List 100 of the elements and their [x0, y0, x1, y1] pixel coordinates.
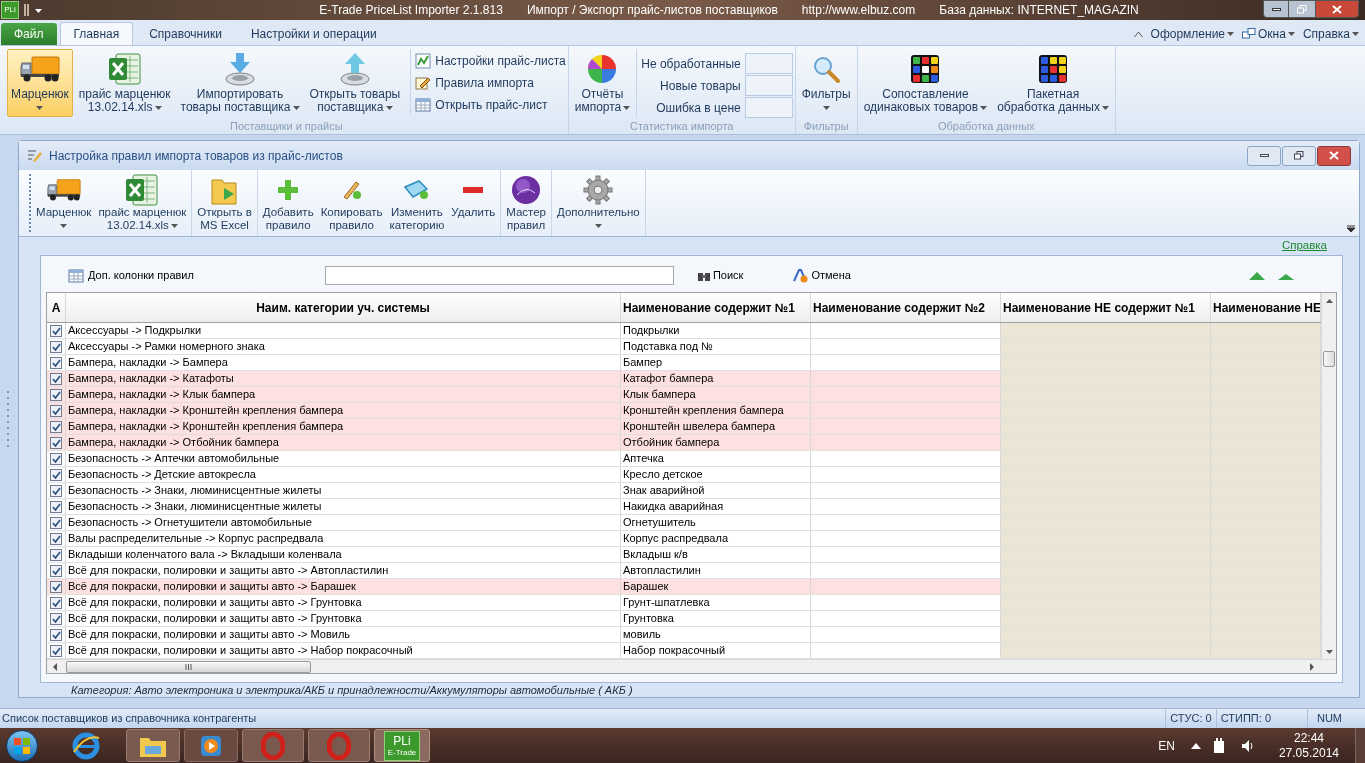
- checkbox[interactable]: [50, 356, 62, 369]
- restore-button[interactable]: [1289, 0, 1315, 18]
- ribbon-menu-item[interactable]: Открыть прайс-лист: [415, 95, 566, 114]
- checkbox[interactable]: [50, 452, 62, 465]
- ribbon-button[interactable]: Импортировать товары поставщика: [176, 49, 304, 117]
- table-cell: Безопасность -> Огнетушители автомобильные: [66, 515, 621, 530]
- power-plug-icon[interactable]: [1212, 737, 1227, 754]
- minimize-icon: [1259, 154, 1269, 157]
- checkbox[interactable]: [50, 420, 62, 433]
- upload-arrow-icon: [337, 51, 372, 87]
- toolbar-button[interactable]: прайс марценюк 13.02.14.xls: [95, 174, 190, 232]
- toolbar-button[interactable]: Мастер правил: [503, 174, 549, 232]
- close-button[interactable]: [1317, 145, 1351, 166]
- checkbox[interactable]: [50, 564, 62, 577]
- ribbon-menu-item[interactable]: Правила импорта: [415, 73, 566, 92]
- checkbox[interactable]: [50, 500, 62, 513]
- collapse-icon[interactable]: [1133, 30, 1143, 38]
- ribbon-tab[interactable]: Настройки и операции: [237, 22, 390, 45]
- spreadsheet-icon: [107, 52, 142, 86]
- clock-time[interactable]: 22:44: [1293, 730, 1324, 746]
- ribbon-button[interactable]: Пакетная обработка данных: [993, 49, 1113, 117]
- toolbar-button[interactable]: Добавить правило: [259, 174, 317, 232]
- ribbon-button[interactable]: Сопоставление одинаковых товаров: [859, 49, 992, 117]
- ribbon-button[interactable]: Отчёты импорта: [570, 49, 635, 117]
- ribbon-tab[interactable]: Главная: [59, 22, 134, 45]
- show-hidden-icon[interactable]: [1190, 742, 1201, 749]
- counter-field[interactable]: [744, 53, 793, 74]
- checkbox[interactable]: [50, 404, 62, 417]
- ribbon-group-title: Фильтры: [802, 119, 850, 134]
- four-squares-icon: [13, 736, 31, 755]
- vertical-scrollbar[interactable]: [1321, 293, 1336, 659]
- plus-icon: [277, 179, 300, 201]
- checkbox[interactable]: [50, 340, 62, 353]
- table-cell: Набор покрасочный: [621, 643, 811, 658]
- help-link[interactable]: Справка: [1281, 237, 1327, 253]
- table-cell: Всё для покраски, полировки и защиты авто -> Грунтовка: [66, 611, 621, 626]
- menu-button[interactable]: Оформление: [1150, 25, 1235, 43]
- active-app-button[interactable]: PLi E-Trade: [374, 729, 430, 762]
- quick-access-icon: [23, 3, 45, 17]
- splitter-grip-icon[interactable]: [6, 389, 10, 449]
- window-title: E-Trade PriceList Importer 2.1.813: [319, 2, 503, 19]
- counter-label: Ошибка в цене: [656, 99, 741, 117]
- columns-button[interactable]: Доп. колонки правил: [68, 267, 194, 284]
- clock-date[interactable]: 27.05.2014: [1278, 745, 1339, 761]
- menu-button[interactable]: Справка: [1302, 25, 1359, 43]
- checkbox[interactable]: [50, 612, 62, 625]
- ribbon-tab[interactable]: Справочники: [136, 22, 235, 45]
- checkbox[interactable]: [50, 388, 62, 401]
- minimize-button[interactable]: [1247, 145, 1281, 166]
- menu-button[interactable]: Окна: [1242, 25, 1295, 43]
- toolbar-button[interactable]: Дополнительно: [554, 174, 643, 232]
- clear-format-icon: [793, 268, 810, 283]
- scroll-thumb[interactable]: [66, 660, 311, 673]
- counter-field[interactable]: [744, 97, 793, 118]
- search-field[interactable]: [324, 266, 674, 285]
- toolbar-button[interactable]: Удалить: [448, 174, 499, 219]
- toolbar-button[interactable]: Изменить категорию: [386, 174, 448, 232]
- ribbon-button[interactable]: Марценюк: [7, 49, 73, 117]
- checkbox[interactable]: [50, 596, 62, 609]
- checkbox[interactable]: [50, 324, 62, 337]
- scroll-right-icon[interactable]: [1310, 662, 1314, 671]
- language-indicator[interactable]: EN: [1158, 736, 1175, 755]
- checkbox[interactable]: [50, 548, 62, 561]
- ribbon-menu-item[interactable]: Настройки прайс-листа: [415, 51, 566, 70]
- restore-button[interactable]: [1282, 145, 1316, 166]
- close-button[interactable]: [1315, 0, 1359, 18]
- ribbon-button[interactable]: Фильтры: [797, 49, 855, 117]
- ribbon-button[interactable]: Открыть товары поставщика: [305, 49, 405, 117]
- toolbar-button[interactable]: Марценюк: [33, 174, 95, 232]
- checkbox[interactable]: [50, 484, 62, 497]
- checkbox[interactable]: [50, 468, 62, 481]
- grip-icon: [185, 663, 192, 670]
- table-cell: Подкрылки: [621, 323, 811, 338]
- minimize-button[interactable]: [1263, 0, 1289, 18]
- checkbox[interactable]: [50, 644, 62, 657]
- overflow-icon[interactable]: [1347, 225, 1355, 232]
- toolbar-button[interactable]: Открыть в MS Excel: [194, 174, 255, 232]
- move-up-icon[interactable]: [1249, 271, 1265, 280]
- horizontal-scrollbar[interactable]: [47, 659, 1336, 673]
- scroll-left-icon[interactable]: [53, 662, 57, 671]
- checkbox[interactable]: [50, 580, 62, 593]
- restore-icon: [1297, 4, 1307, 14]
- scroll-thumb[interactable]: [1323, 351, 1335, 367]
- search-button[interactable]: Поиск: [696, 267, 744, 284]
- ribbon-group-title: Обработка данных: [936, 119, 1036, 134]
- table-cell: Безопасность -> Знаки, люминисцентные жилеты: [66, 483, 621, 498]
- file-tab[interactable]: Файл: [1, 23, 57, 45]
- start-button[interactable]: [6, 729, 38, 762]
- speaker-icon[interactable]: [1240, 738, 1255, 753]
- spreadsheet-icon: [125, 173, 160, 207]
- taskbar-button[interactable]: [126, 729, 180, 762]
- ribbon-button[interactable]: прайс марценюк 13.02.14.xls: [74, 49, 175, 117]
- checkbox[interactable]: [50, 516, 62, 529]
- checkbox[interactable]: [50, 628, 62, 641]
- counter-field[interactable]: [744, 75, 793, 96]
- checkbox[interactable]: [50, 436, 62, 449]
- checkbox[interactable]: [50, 532, 62, 545]
- checkbox[interactable]: [50, 372, 62, 385]
- cancel-button[interactable]: Отмена: [793, 267, 851, 284]
- toolbar-button[interactable]: Копировать правило: [317, 174, 386, 232]
